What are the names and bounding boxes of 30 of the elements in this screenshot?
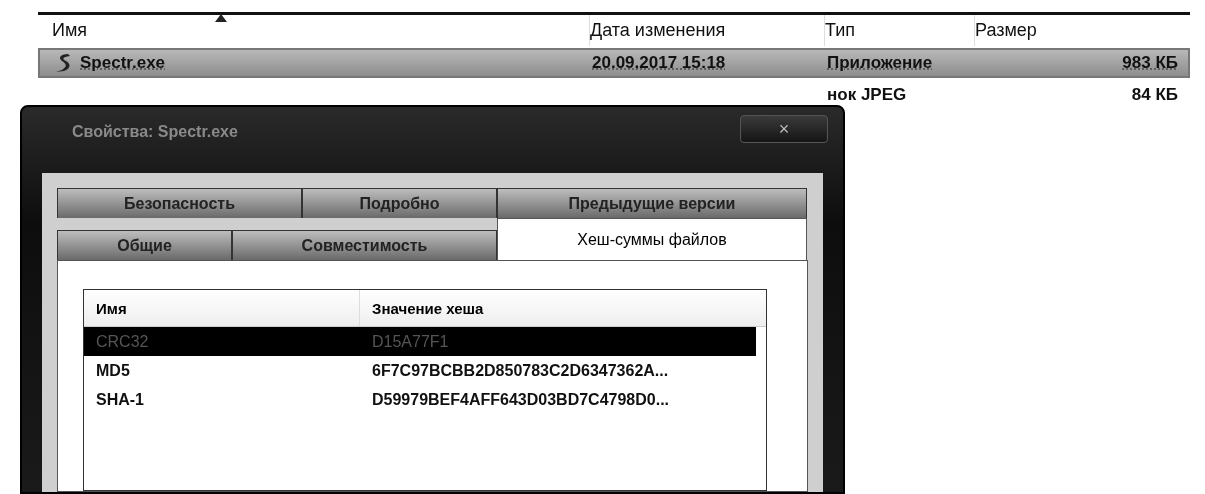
column-header[interactable]: Имя [52,15,590,46]
tab[interactable]: Совместимость [232,230,497,260]
hash-row[interactable]: SHA-1 D59979BEF4AFF643D03BD7C4798D0... [84,385,756,414]
tab[interactable]: Предыдущие версии [497,188,807,218]
hash-row[interactable]: MD5 6F7C97BCBB2D850783C2D6347362A... [84,356,756,385]
dialog-title: Свойства: Spectr.exe [72,123,238,141]
tab[interactable]: Подробно [302,188,497,218]
hash-value: 6F7C97BCBB2D850783C2D6347362A... [371,361,670,380]
hash-value: D15A77F1 [371,332,450,351]
date-modified: 20.09.2017 15:18 [592,53,726,72]
hash-name: MD5 [95,361,131,380]
tab[interactable]: Общие [57,230,232,260]
file-type: Приложение [827,53,933,72]
tab[interactable]: Хеш-суммы файлов [497,218,807,260]
close-button[interactable]: × [740,115,828,143]
column-header[interactable]: Тип [825,15,975,46]
file-size: 84 КБ [1131,85,1178,104]
hash-name: SHA-1 [95,390,145,409]
column-header[interactable]: Размер [975,15,1190,46]
file-row[interactable]: Spectr.exe 20.09.2017 15:18 Приложение 983 КБ [38,48,1190,78]
tab[interactable]: Безопасность [57,188,302,218]
file-type: нок JPEG [827,85,907,104]
file-size: 983 КБ [1122,53,1178,72]
hash-value: D59979BEF4AFF643D03BD7C4798D0... [371,390,671,409]
sort-arrow-icon [215,14,227,22]
file-name: Spectr.exe [80,53,166,73]
hash-name: CRC32 [95,332,150,351]
column-header[interactable]: Имя [84,290,359,326]
column-header[interactable]: Значение хеша [359,290,766,326]
column-header[interactable]: Дата изменения [590,15,825,46]
